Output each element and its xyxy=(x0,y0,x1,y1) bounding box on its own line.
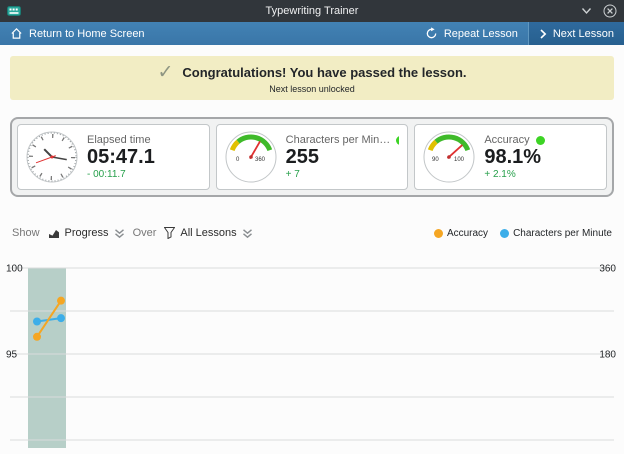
legend-dot-cpm xyxy=(500,229,509,238)
banner-subtitle: Next lesson unlocked xyxy=(269,84,355,94)
progress-chart[interactable]: 100 95 360 180 xyxy=(0,252,624,454)
legend-dot-accuracy xyxy=(434,229,443,238)
app-icon xyxy=(7,4,21,18)
chevron-down-icon[interactable] xyxy=(581,7,592,15)
progress-value: Progress xyxy=(65,227,109,239)
double-chevron-down-icon xyxy=(114,228,125,239)
progress-combobox[interactable]: Progress xyxy=(48,227,125,239)
lessons-value: All Lessons xyxy=(180,227,236,239)
lessons-combobox[interactable]: All Lessons xyxy=(164,227,252,239)
next-lesson-label: Next Lesson xyxy=(553,28,614,40)
refresh-icon xyxy=(425,27,438,40)
stat-value: 255 xyxy=(286,146,400,169)
svg-text:100: 100 xyxy=(6,264,23,275)
filter-funnel-icon xyxy=(164,227,175,239)
status-dot xyxy=(396,136,399,145)
app-window: Typewriting Trainer Return to Home Scree… xyxy=(0,0,624,454)
window-title: Typewriting Trainer xyxy=(0,5,624,17)
gauge-max-label: 100 xyxy=(454,157,465,163)
status-dot xyxy=(536,136,545,145)
close-icon[interactable] xyxy=(603,4,617,18)
checkmark-icon: ✓ xyxy=(157,63,173,82)
double-chevron-down-icon xyxy=(242,228,253,239)
legend-label: Characters per Minute xyxy=(513,228,612,239)
success-banner: ✓ Congratulations! You have passed the l… xyxy=(10,56,614,100)
return-home-button[interactable]: Return to Home Screen xyxy=(0,22,155,45)
legend-item: Accuracy xyxy=(434,228,488,239)
toolbar: Return to Home Screen Repeat Lesson Next… xyxy=(0,22,624,45)
elapsed-time-card: Elapsed time 05:47.1 - 00:11.7 xyxy=(17,124,210,190)
stat-label: Accuracy xyxy=(484,134,529,146)
svg-text:95: 95 xyxy=(6,350,18,361)
speed-gauge-icon: 0 360 xyxy=(225,131,277,183)
stat-label: Characters per Min… xyxy=(286,134,391,146)
gauge-max-label: 360 xyxy=(255,157,266,163)
stat-label: Elapsed time xyxy=(87,134,151,146)
legend-label: Accuracy xyxy=(447,228,488,239)
return-home-label: Return to Home Screen xyxy=(29,28,145,40)
svg-text:360: 360 xyxy=(599,264,616,275)
window-titlebar: Typewriting Trainer xyxy=(0,0,624,22)
banner-title: Congratulations! You have passed the les… xyxy=(182,65,466,80)
stat-value: 05:47.1 xyxy=(87,146,201,169)
cpm-card: 0 360 Characters per Min… 255 + 7 xyxy=(216,124,409,190)
chevron-right-icon xyxy=(539,29,547,39)
accuracy-card: 90 100 Accuracy 98.1% + 2.1% xyxy=(414,124,607,190)
accuracy-gauge-icon: 90 100 xyxy=(423,131,475,183)
filter-row: Show Progress Over All Lessons Accuracy xyxy=(12,227,612,239)
next-lesson-button[interactable]: Next Lesson xyxy=(528,22,624,45)
clock-icon xyxy=(26,131,78,183)
gauge-min-label: 90 xyxy=(432,157,439,163)
repeat-lesson-label: Repeat Lesson xyxy=(444,28,518,40)
home-icon xyxy=(10,27,23,40)
chart-area[interactable]: 100 95 360 180 xyxy=(0,252,624,454)
svg-text:180: 180 xyxy=(599,350,616,361)
stat-value: 98.1% xyxy=(484,146,598,169)
chart-icon xyxy=(48,227,60,239)
stats-panel: Elapsed time 05:47.1 - 00:11.7 0 360 Cha… xyxy=(10,117,614,197)
repeat-lesson-button[interactable]: Repeat Lesson xyxy=(415,22,528,45)
stat-delta: + 7 xyxy=(286,169,400,180)
show-label: Show xyxy=(12,227,40,239)
over-label: Over xyxy=(133,227,157,239)
legend-item: Characters per Minute xyxy=(500,228,612,239)
stat-delta: - 00:11.7 xyxy=(87,169,201,180)
stat-delta: + 2.1% xyxy=(484,169,598,180)
chart-legend: Accuracy Characters per Minute xyxy=(434,228,612,239)
